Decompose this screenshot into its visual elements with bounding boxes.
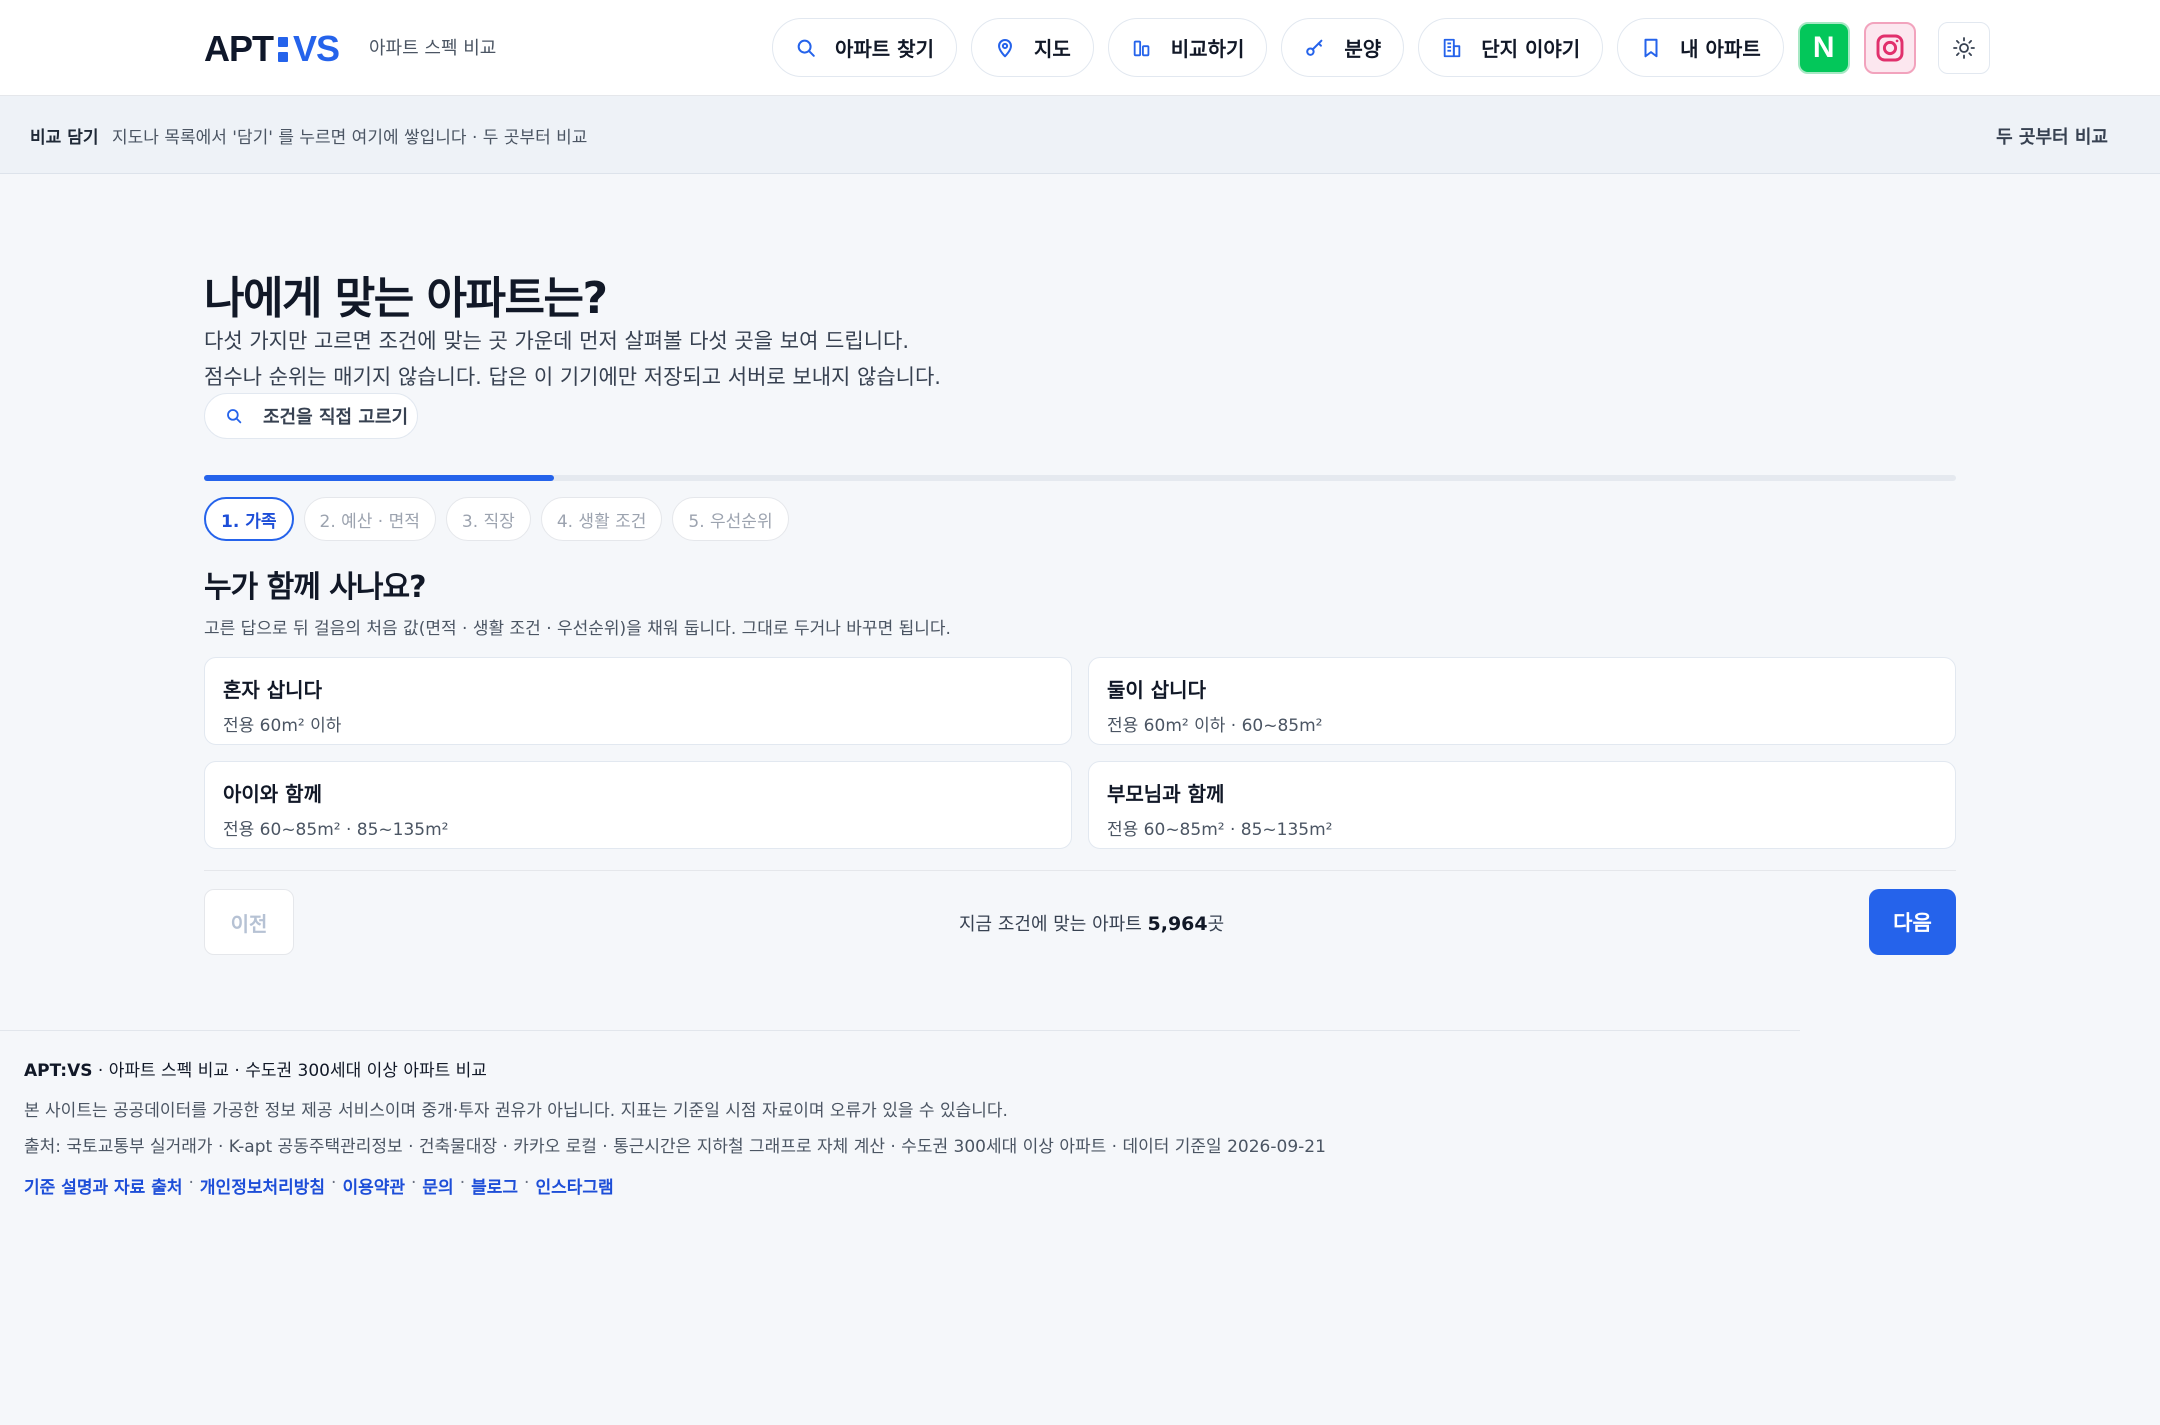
nav-find-apartment[interactable]: 아파트 찾기 [772,18,957,77]
footer-link-separator: · [331,1173,337,1193]
compare-tray-hint: 지도나 목록에서 '담기' 를 누르면 여기에 쌓입니다 · 두 곳부터 비교 [112,128,588,148]
nav-my-apartment[interactable]: 내 아파트 [1617,18,1784,77]
option-living-alone[interactable]: 혼자 삽니다 전용 60m² 이하 [204,657,1072,745]
footer-link-terms[interactable]: 이용약관 [342,1173,405,1198]
wizard-steps: 1. 가족 2. 예산 · 면적 3. 직장 4. 생활 조건 5. 우선순위 [204,497,789,541]
sun-icon [1952,36,1975,59]
page-description: 다섯 가지만 고르면 조건에 맞는 곳 가운데 먼저 살펴볼 다섯 곳을 보여 … [204,329,910,353]
nav-label: 아파트 찾기 [835,37,934,61]
map-pin-icon [998,38,1012,57]
key-icon [1306,39,1323,56]
option-subtitle: 전용 60m² 이하 · 60~85m² [1107,716,1323,736]
compare-tray: 비교 담기 지도나 목록에서 '담기' 를 누르면 여기에 쌓입니다 · 두 곳… [0,96,2160,174]
footer-sources: 출처: 국토교통부 실거래가 · K-apt 공동주택관리정보 · 건축물대장 … [24,1137,1326,1157]
footer-link-instagram[interactable]: 인스타그램 [535,1173,613,1198]
footer-link-methodology[interactable]: 기준 설명과 자료 출처 [24,1173,183,1198]
logo-vs-text: VS [293,28,340,69]
instagram-link-button[interactable] [1863,21,1916,74]
footer-link-privacy[interactable]: 개인정보처리방침 [200,1173,325,1198]
site-tagline: 아파트 스펙 비교 [369,38,497,59]
question-subtitle: 고른 답으로 뒤 걸음의 처음 값(면적 · 생활 조건 · 우선순위)을 채워… [204,619,951,639]
footer-divider [0,1030,1800,1031]
option-title: 부모님과 함께 [1107,782,1225,806]
option-title: 혼자 삽니다 [223,678,322,702]
nav-compare[interactable]: 비교하기 [1107,18,1268,77]
footer-link-contact[interactable]: 문의 [422,1173,453,1198]
site-header: APT VS 아파트 스펙 비교 아파트 찾기 지도 비교하기 분양 단지 이야… [0,0,2160,96]
previous-button[interactable]: 이전 [204,889,294,955]
theme-toggle-button[interactable] [1937,21,1990,74]
compare-icon [1133,40,1150,56]
instagram-icon [1876,34,1904,61]
search-icon [797,39,815,57]
nav-complex-stories[interactable]: 단지 이야기 [1418,18,1604,77]
choose-conditions-directly-button[interactable]: 조건을 직접 고르기 [204,393,418,439]
naver-icon: N [1812,30,1835,64]
direct-button-label: 조건을 직접 고르기 [263,407,409,428]
footer-links: 기준 설명과 자료 출처 · 개인정보처리방침 · 이용약관 · 문의 · 블로… [24,1173,614,1198]
option-with-parents[interactable]: 부모님과 함께 전용 60~85m² · 85~135m² [1088,761,1956,849]
footer-brand-line: APT:VS · 아파트 스펙 비교 · 수도권 300세대 이상 아파트 비교 [24,1056,487,1081]
option-with-children[interactable]: 아이와 함께 전용 60~85m² · 85~135m² [204,761,1072,849]
option-subtitle: 전용 60~85m² · 85~135m² [1107,820,1333,840]
option-living-as-couple[interactable]: 둘이 삽니다 전용 60m² 이하 · 60~85m² [1088,657,1956,745]
main-nav: 아파트 찾기 지도 비교하기 분양 단지 이야기 내 아파트 N [772,18,1990,77]
footer-link-separator: · [459,1173,466,1193]
footer-link-blog[interactable]: 블로그 [471,1173,518,1198]
match-count-prefix: 지금 조건에 맞는 아파트 [959,914,1148,935]
nav-presale[interactable]: 분양 [1281,18,1405,77]
page-privacy-note: 점수나 순위는 매기지 않습니다. 답은 이 기기에만 저장되고 서버로 보내지… [204,365,941,389]
nav-label: 지도 [1033,37,1071,61]
site-logo[interactable]: APT VS [204,28,340,70]
option-subtitle: 전용 60~85m² · 85~135m² [223,820,449,840]
step-family[interactable]: 1. 가족 [204,497,294,541]
footer-brand-desc: · 아파트 스펙 비교 · 수도권 300세대 이상 아파트 비교 [92,1061,487,1081]
footer-link-separator: · [524,1173,530,1193]
footer-disclaimer: 본 사이트는 공공데이터를 가공한 정보 제공 서비스이며 중개·투자 권유가 … [24,1101,1008,1121]
nav-label: 분양 [1344,37,1382,61]
nav-label: 단지 이야기 [1481,37,1581,61]
question-title: 누가 함께 사나요? [204,570,426,605]
naver-link-button[interactable]: N [1797,21,1850,74]
compare-tray-title: 비교 담기 [30,128,99,148]
step-living-conditions[interactable]: 4. 생활 조건 [540,497,663,541]
match-count: 지금 조건에 맞는 아파트 5,964곳 [959,910,1224,936]
step-budget-area[interactable]: 2. 예산 · 면적 [303,497,436,541]
building-icon [1443,38,1461,57]
option-subtitle: 전용 60m² 이하 [223,716,342,736]
next-button[interactable]: 다음 [1869,889,1956,955]
match-count-suffix: 곳 [1207,914,1225,935]
nav-label: 비교하기 [1170,37,1245,61]
logo-text: APT [204,28,274,69]
logo-colon-mark [278,36,288,62]
footer-link-separator: · [188,1173,194,1193]
option-title: 둘이 삽니다 [1107,678,1206,702]
footer-link-separator: · [411,1173,417,1193]
compare-tray-action[interactable]: 두 곳부터 비교 [1996,123,2108,149]
wizard-footer-divider [204,870,1956,871]
nav-map[interactable]: 지도 [970,18,1094,77]
step-workplace[interactable]: 3. 직장 [445,497,531,541]
footer-brand: APT:VS [24,1061,93,1081]
match-count-value: 5,964 [1147,913,1208,935]
search-icon [227,409,242,424]
step-priorities[interactable]: 5. 우선순위 [672,497,789,541]
page-title: 나에게 맞는 아파트는? [204,273,608,324]
nav-label: 내 아파트 [1680,37,1761,61]
option-title: 아이와 함께 [223,782,322,806]
wizard-progress-bar [204,475,1956,481]
wizard-progress-fill [204,475,555,481]
bookmark-icon [1644,38,1658,57]
